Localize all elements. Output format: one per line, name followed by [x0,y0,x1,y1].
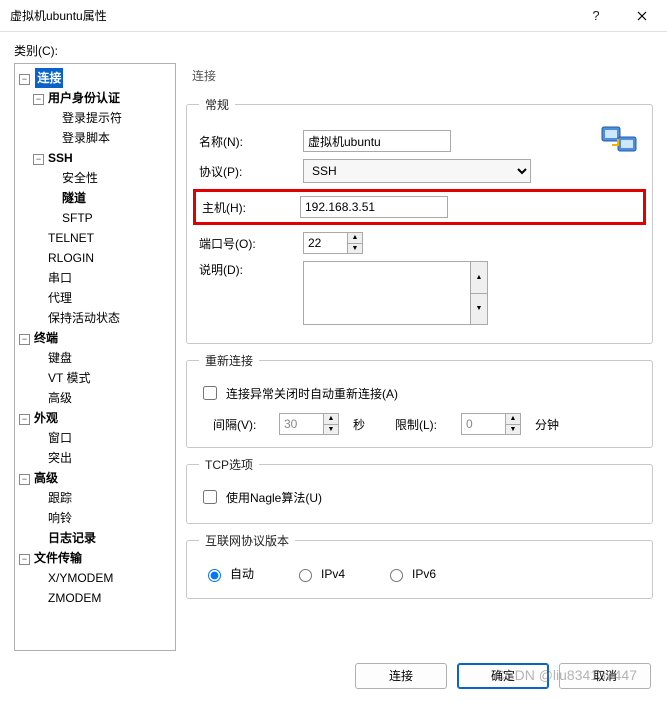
interval-spinner[interactable]: ▲▼ [279,413,339,435]
scroll-up-icon[interactable]: ▲ [471,262,487,293]
name-input[interactable] [303,130,451,152]
tree-item-auth[interactable]: 用户身份认证 [46,88,122,108]
radio-ip-auto[interactable]: 自动 [203,565,254,582]
group-reconnect: 重新连接 连接异常关闭时自动重新连接(A) 间隔(V): ▲▼ 秒 限制(L): [186,352,653,448]
tree-item-keepalive[interactable]: 保持活动状态 [46,308,122,328]
connection-icon [600,123,640,159]
settings-panel: 连接 常规 名称(N): 协议(P): SSH [186,63,653,651]
tree-item-telnet[interactable]: TELNET [46,228,96,248]
scroll-down-icon[interactable]: ▼ [471,293,487,325]
group-general: 常规 名称(N): 协议(P): SSH 主机(H): [186,96,653,344]
limit-spinner[interactable]: ▲▼ [461,413,521,435]
close-icon [637,11,647,21]
limit-input[interactable] [461,413,505,435]
label-limit: 限制(L): [395,416,451,433]
tree-item-advanced[interactable]: 高级 [32,468,60,488]
help-button[interactable]: ? [573,1,619,31]
expand-icon[interactable]: − [33,94,44,105]
group-ip-version: 互联网协议版本 自动 IPv4 IPv6 [186,532,653,599]
interval-input[interactable] [279,413,323,435]
protocol-select[interactable]: SSH [303,159,531,183]
spin-up-icon[interactable]: ▲ [324,414,338,424]
tree-item-ssh-sftp[interactable]: SFTP [60,208,95,228]
expand-icon[interactable]: − [19,414,30,425]
tree-item-serial[interactable]: 串口 [46,268,74,288]
tree-item-terminal[interactable]: 终端 [32,328,60,348]
legend-general: 常规 [199,96,235,113]
dialog-footer: 连接 确定 取消 [14,651,653,697]
legend-ip-version: 互联网协议版本 [199,532,295,549]
label-interval: 间隔(V): [213,416,269,433]
close-button[interactable] [619,1,665,31]
panel-heading: 连接 [186,63,653,88]
label-host: 主机(H): [202,199,300,216]
port-spinner[interactable]: ▲▼ [303,232,363,254]
category-label: 类别(C): [14,42,653,59]
expand-icon[interactable]: − [19,74,30,85]
tree-item-window[interactable]: 窗口 [46,428,74,448]
window-title: 虚拟机ubuntu属性 [10,7,573,24]
nagle-checkbox[interactable] [203,490,217,504]
tree-item-connection[interactable]: 连接 [35,68,63,88]
tree-item-proxy[interactable]: 代理 [46,288,74,308]
spin-down-icon[interactable]: ▼ [348,243,362,254]
unit-minutes: 分钟 [535,416,559,433]
label-auto-reconnect: 连接异常关闭时自动重新连接(A) [226,385,398,402]
group-tcp: TCP选项 使用Nagle算法(U) [186,456,653,524]
port-input[interactable] [303,232,347,254]
tree-item-rlogin[interactable]: RLOGIN [46,248,96,268]
tree-item-login-prompt[interactable]: 登录提示符 [60,108,124,128]
tree-item-zmodem[interactable]: ZMODEM [46,588,103,608]
label-protocol: 协议(P): [199,163,303,180]
tree-item-highlight[interactable]: 突出 [46,448,74,468]
expand-icon[interactable]: − [19,334,30,345]
tree-item-filetransfer[interactable]: 文件传输 [32,548,84,568]
tree-item-keyboard[interactable]: 键盘 [46,348,74,368]
legend-reconnect: 重新连接 [199,352,259,369]
tree-item-appearance[interactable]: 外观 [32,408,60,428]
label-name: 名称(N): [199,133,303,150]
titlebar: 虚拟机ubuntu属性 ? [0,0,667,32]
tree-item-login-script[interactable]: 登录脚本 [60,128,112,148]
expand-icon[interactable]: − [33,154,44,165]
tree-item-ssh-security[interactable]: 安全性 [60,168,100,188]
label-port: 端口号(O): [199,235,303,252]
spin-up-icon[interactable]: ▲ [348,233,362,243]
tree-item-trace[interactable]: 跟踪 [46,488,74,508]
legend-tcp: TCP选项 [199,456,259,473]
auto-reconnect-checkbox[interactable] [203,386,217,400]
tree-item-xymodem[interactable]: X/YMODEM [46,568,115,588]
tree-item-terminal-advanced[interactable]: 高级 [46,388,74,408]
spin-up-icon[interactable]: ▲ [506,414,520,424]
tree-item-logging[interactable]: 日志记录 [46,528,98,548]
host-highlight: 主机(H): [193,189,646,225]
spin-down-icon[interactable]: ▼ [506,424,520,435]
tree-item-ssh[interactable]: SSH [46,148,75,168]
spin-down-icon[interactable]: ▼ [324,424,338,435]
unit-seconds: 秒 [353,416,365,433]
tree-item-ssh-tunnel[interactable]: 隧道 [60,188,88,208]
label-nagle: 使用Nagle算法(U) [226,489,322,506]
category-tree[interactable]: − 连接 −用户身份认证 登录提示符 登录脚本 −SSH [14,63,176,651]
host-input[interactable] [300,196,448,218]
tree-item-vt-mode[interactable]: VT 模式 [46,368,92,388]
expand-icon[interactable]: − [19,554,30,565]
ok-button[interactable]: 确定 [457,663,549,689]
label-description: 说明(D): [199,261,303,278]
radio-ipv4[interactable]: IPv4 [294,566,345,582]
expand-icon[interactable]: − [19,474,30,485]
radio-ipv6[interactable]: IPv6 [385,566,436,582]
cancel-button[interactable]: 取消 [559,663,651,689]
description-textarea[interactable] [303,261,471,325]
connect-button[interactable]: 连接 [355,663,447,689]
tree-item-bell[interactable]: 响铃 [46,508,74,528]
